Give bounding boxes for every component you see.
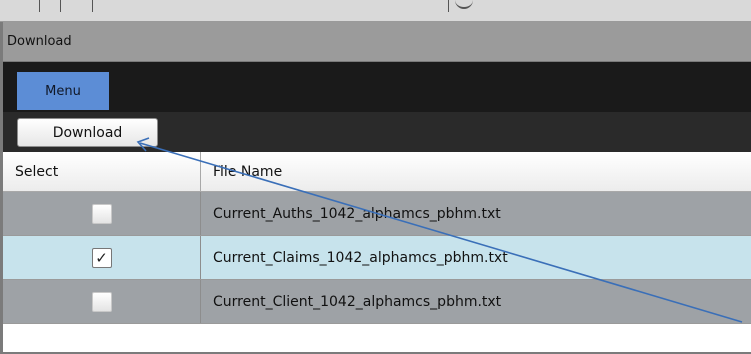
toolbar: Download [3,112,751,152]
table-row[interactable]: Current_Client_1042_alphamcs_pbhm.txt [3,280,751,324]
download-window: Download Menu Download Select File Name … [0,22,751,354]
table-row[interactable]: ✓ Current_Claims_1042_alphamcs_pbhm.txt [3,236,751,280]
select-column-header[interactable]: Select [3,152,201,191]
table-header: Select File Name [3,152,751,192]
partial-control-icon [455,0,473,9]
window-title-bar: Download [3,22,751,62]
file-table: Select File Name Current_Auths_1042_alph… [3,152,751,324]
row-checkbox[interactable] [91,291,112,312]
select-cell [3,280,201,323]
column-divider [92,0,93,12]
row-checkbox[interactable] [91,203,112,224]
file-name-cell: Current_Auths_1042_alphamcs_pbhm.txt [213,205,501,222]
top-strip [0,0,751,22]
menu-bar: Menu [3,62,751,112]
column-divider [60,0,61,12]
window-title: Download [7,34,72,49]
table-row[interactable]: Current_Auths_1042_alphamcs_pbhm.txt [3,192,751,236]
column-divider [448,0,449,12]
file-name-column-header[interactable]: File Name [201,152,751,191]
select-cell [3,192,201,235]
download-button[interactable]: Download [17,118,158,147]
column-divider [39,0,40,12]
menu-tab[interactable]: Menu [17,72,109,110]
row-checkbox[interactable]: ✓ [91,247,112,268]
file-name-cell: Current_Client_1042_alphamcs_pbhm.txt [213,293,502,310]
select-cell: ✓ [3,236,201,279]
file-name-cell: Current_Claims_1042_alphamcs_pbhm.txt [213,249,508,266]
